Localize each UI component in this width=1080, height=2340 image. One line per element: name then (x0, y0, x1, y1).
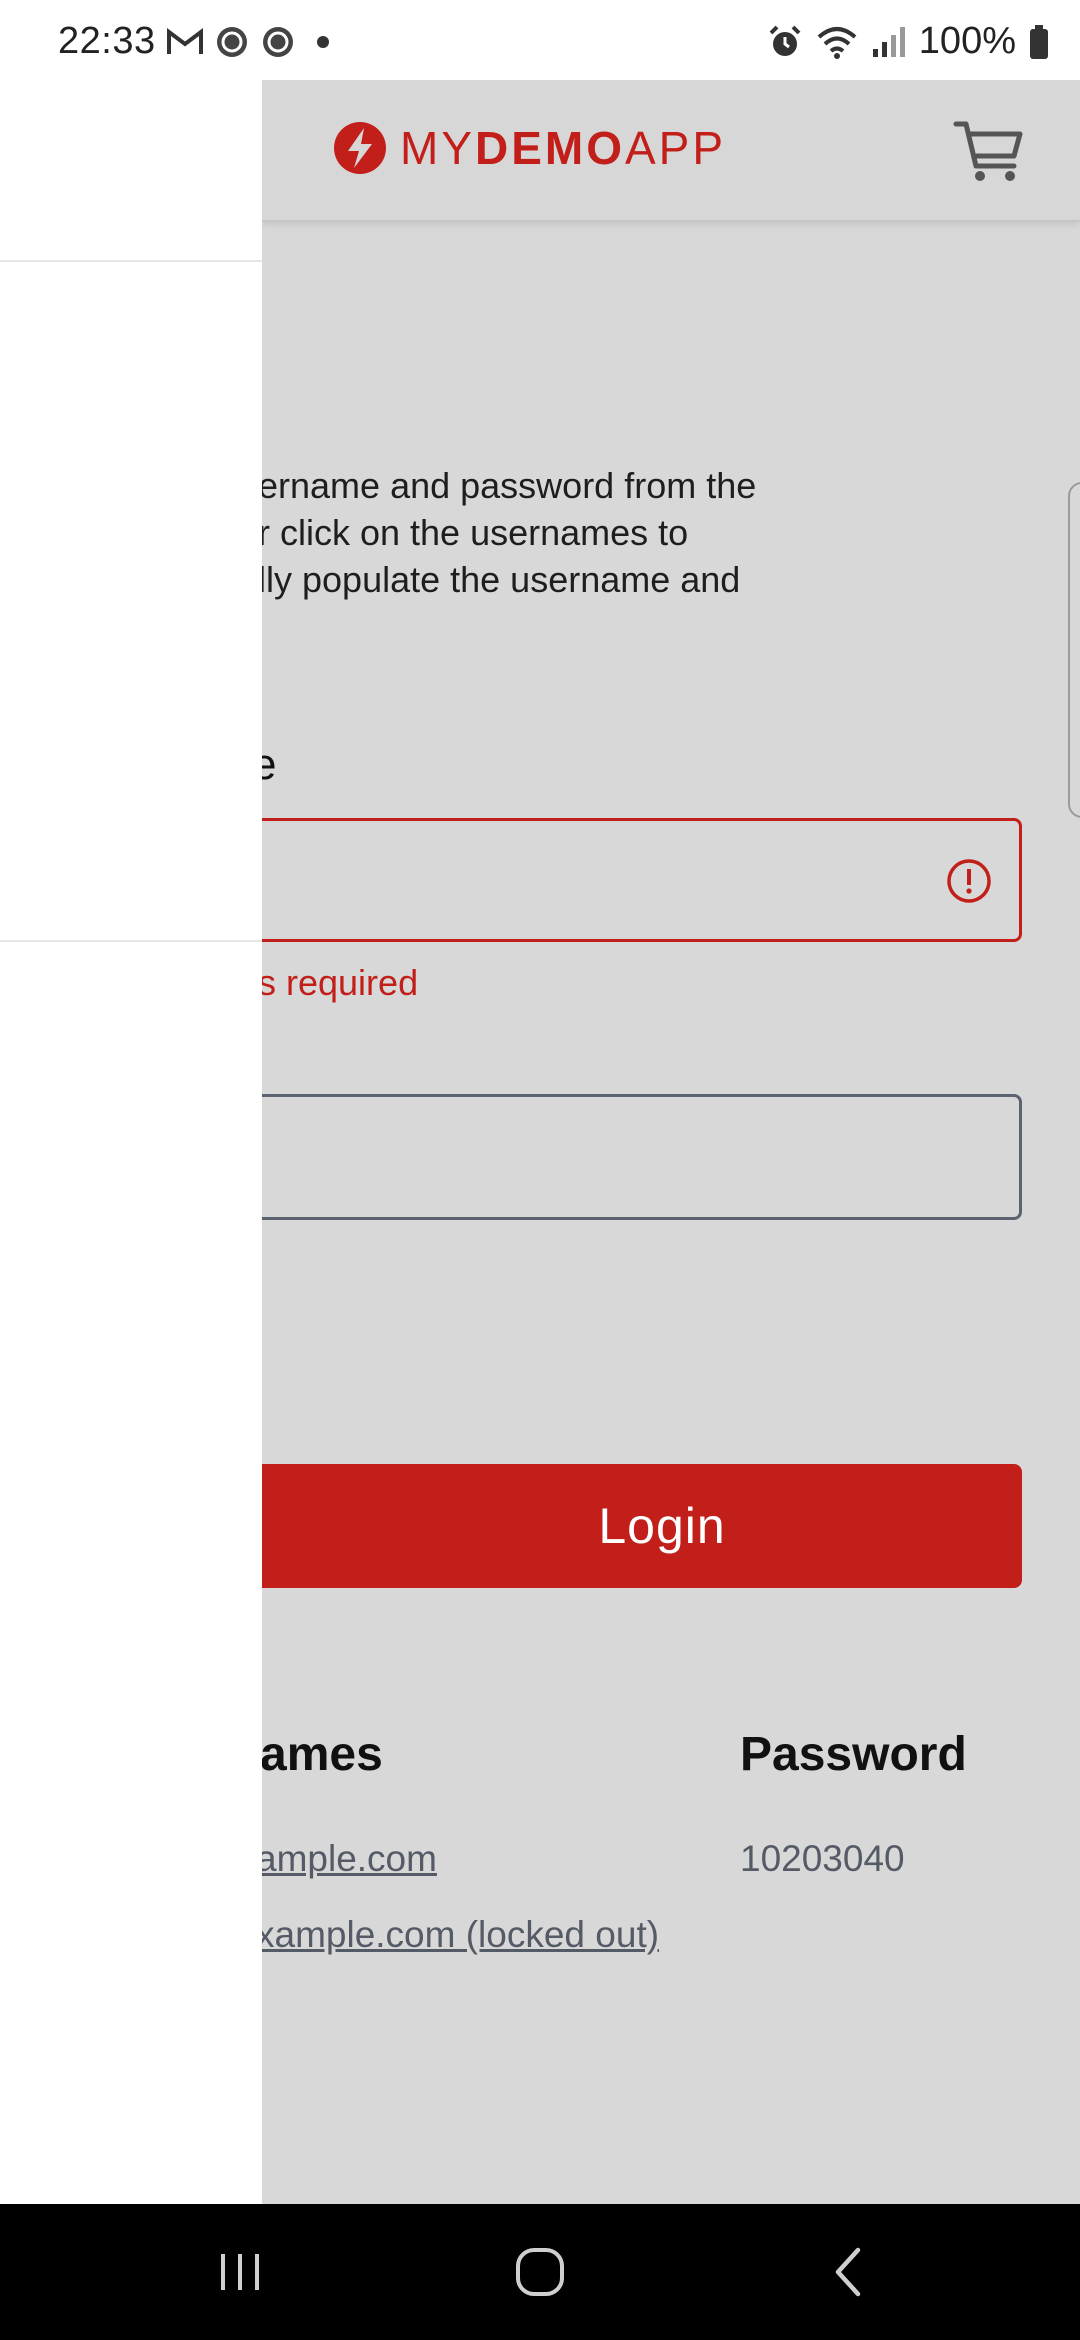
system-icons: 100% (767, 20, 1050, 63)
password-input[interactable] (262, 1094, 1022, 1220)
app-content[interactable]: MYDEMOAPP ername and password from the r… (262, 80, 1080, 2204)
navigation-drawer[interactable] (0, 80, 262, 2204)
username-label: e (262, 740, 277, 789)
app-notification-icon (217, 27, 247, 57)
home-icon[interactable] (512, 2244, 568, 2300)
username-error: s required (262, 962, 419, 1003)
app-notification-icon (263, 27, 293, 57)
username-link[interactable]: ample.com (262, 1838, 437, 1880)
battery-percent: 100% (918, 20, 1016, 62)
back-icon[interactable] (820, 2244, 876, 2300)
notification-icons (166, 24, 334, 60)
login-button[interactable]: Login (262, 1464, 1022, 1588)
alert-circle-icon (947, 859, 991, 903)
drawer-divider (0, 260, 262, 262)
system-nav-bar (0, 2204, 1080, 2340)
status-bar: 22:33 100% (0, 0, 1080, 80)
wifi-icon (817, 26, 857, 59)
status-time: 22:33 (58, 20, 156, 62)
scroll-handle[interactable] (1068, 482, 1080, 818)
gmail-icon (167, 28, 203, 54)
password-header: Password (740, 1728, 967, 1781)
app-logo[interactable]: MYDEMOAPP (332, 120, 726, 176)
battery-icon (1030, 24, 1048, 59)
app-header: MYDEMOAPP (262, 80, 1080, 222)
cart-icon[interactable] (952, 114, 1026, 186)
drawer-divider (0, 940, 262, 942)
login-description: ername and password from the r click on … (262, 462, 878, 603)
username-input[interactable] (262, 818, 1022, 942)
description-line: ername and password from the (262, 465, 757, 506)
description-line: r click on the usernames to (262, 512, 689, 553)
usernames-header: ames (262, 1728, 383, 1781)
signal-icon (872, 26, 905, 57)
username-link-locked[interactable]: xample.com (locked out) (262, 1914, 659, 1956)
logo-text: MYDEMOAPP (400, 122, 727, 174)
dot-icon (317, 36, 329, 48)
recent-apps-icon[interactable] (212, 2244, 268, 2300)
login-button-label: Login (598, 1498, 726, 1554)
password-value: 10203040 (740, 1838, 905, 1879)
description-line: lly populate the username and (262, 559, 741, 600)
alarm-icon (769, 25, 801, 56)
lightning-logo-icon (334, 122, 386, 174)
